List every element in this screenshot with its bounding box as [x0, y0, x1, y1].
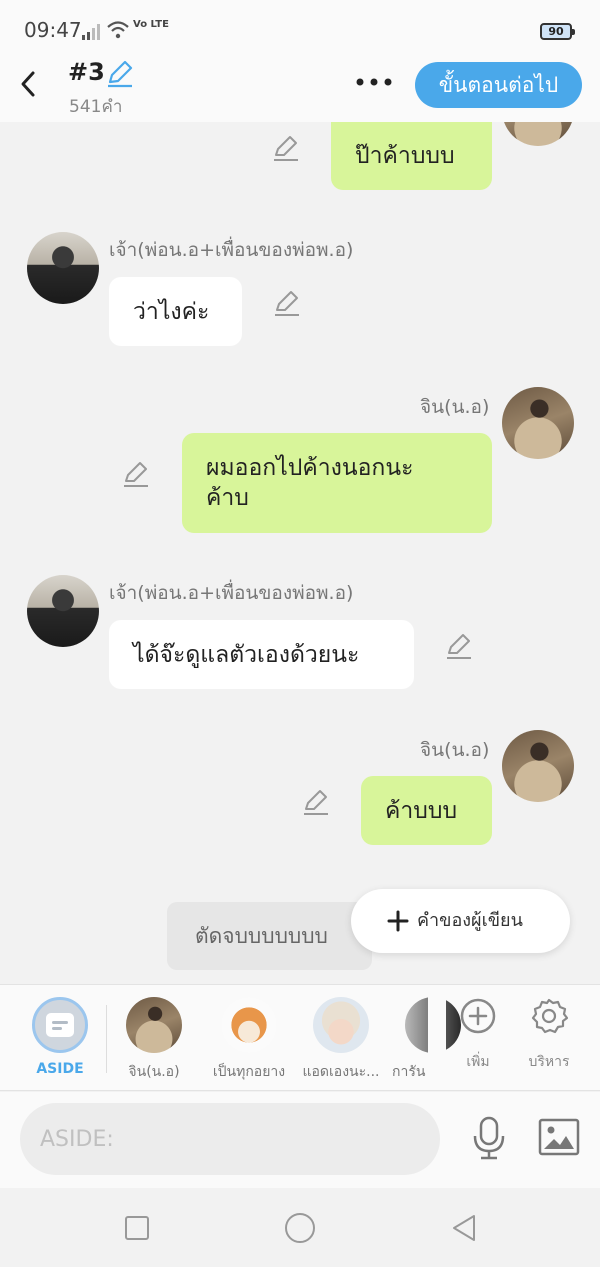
message-text: ค้าบ: [206, 485, 249, 511]
aside-input[interactable]: [20, 1103, 440, 1175]
character-bar: ASIDE จิน(น.อ) เป็นทุกอยาง แอดเองนะ... ก…: [0, 984, 600, 1091]
gear-icon[interactable]: [530, 997, 568, 1035]
avatar[interactable]: [502, 387, 574, 459]
writer-note-button[interactable]: คำของผู้เขียน: [351, 889, 570, 953]
avatar[interactable]: [27, 575, 99, 647]
character-label: การัน: [392, 1064, 426, 1080]
add-label: เพิ่ม: [466, 1054, 490, 1070]
word-count: 541คำ: [69, 97, 123, 117]
avatar[interactable]: [27, 232, 99, 304]
edit-pencil-icon[interactable]: [272, 134, 300, 162]
message-text: ว่าไงค่ะ: [133, 298, 210, 325]
editor-header: #3 541คำ ขั้นตอนต่อไป: [0, 58, 600, 122]
aside-icon: [46, 1013, 74, 1037]
edit-pencil-icon[interactable]: [105, 58, 135, 88]
wifi-icon: [107, 21, 129, 39]
chat-area[interactable]: ป๊าค้าบบบ เจ้า(พ่อน.อ+เพื่อนของพ่อพ.อ) ว…: [0, 122, 600, 984]
episode-title: #3: [68, 58, 105, 86]
message-text: ผมออกไปค้างนอกนะ: [206, 455, 414, 481]
add-circle-icon[interactable]: [459, 997, 497, 1035]
aside-selector[interactable]: [32, 997, 88, 1053]
end-chapter-chip[interactable]: ตัดจบบบบบบบ: [167, 902, 372, 970]
edit-pencil-icon[interactable]: [273, 289, 301, 317]
image-icon[interactable]: [538, 1118, 580, 1156]
character-avatar-admin[interactable]: [313, 997, 369, 1053]
character-name: จิน(น.อ): [420, 396, 490, 418]
message-bubble[interactable]: ป๊าค้าบบบ: [331, 122, 492, 190]
input-row: [0, 1092, 600, 1188]
avatar[interactable]: [502, 122, 574, 146]
message-bubble[interactable]: ค้าบบบ: [361, 776, 492, 845]
battery-level: 90: [548, 25, 564, 38]
avatar[interactable]: [502, 730, 574, 802]
signal-icon: [82, 24, 100, 40]
manage-label: บริหาร: [528, 1054, 570, 1070]
network-type: Vo LTE: [133, 19, 169, 30]
edit-pencil-icon[interactable]: [122, 460, 150, 488]
character-name: เจ้า(พ่อน.อ+เพื่อนของพ่อพ.อ): [109, 239, 354, 261]
aside-label: ASIDE: [36, 1061, 84, 1077]
character-name: จิน(น.อ): [420, 739, 490, 761]
character-avatar-shiba[interactable]: [221, 997, 277, 1053]
divider: [106, 1005, 107, 1073]
system-nav-bar: [0, 1188, 600, 1267]
character-avatar-jin[interactable]: [126, 997, 182, 1053]
scroll-edge: [428, 985, 446, 1090]
nav-back-icon[interactable]: [450, 1213, 478, 1243]
volte-label: Vo LTE: [133, 20, 169, 30]
edit-pencil-icon[interactable]: [302, 788, 330, 816]
writer-note-label: คำของผู้เขียน: [417, 910, 523, 931]
status-bar: 09:47 Vo LTE 90: [0, 0, 600, 58]
nav-recents-icon[interactable]: [124, 1215, 150, 1241]
message-text: ป๊าค้าบบบ: [355, 143, 455, 169]
message-bubble[interactable]: ว่าไงค่ะ: [109, 277, 242, 346]
character-label: แอดเองนะ...: [302, 1064, 380, 1080]
microphone-icon[interactable]: [470, 1116, 508, 1160]
message-bubble[interactable]: ผมออกไปค้างนอกนะ ค้าบ: [182, 433, 492, 533]
message-text: ได้จ๊ะดูแลตัวเองด้วยนะ: [133, 641, 360, 668]
back-arrow-icon[interactable]: [14, 66, 44, 102]
edit-pencil-icon[interactable]: [445, 632, 473, 660]
character-name: เจ้า(พ่อน.อ+เพื่อนของพ่อพ.อ): [109, 582, 354, 604]
plus-icon: [387, 910, 409, 932]
status-time: 09:47: [24, 18, 82, 42]
character-label: เป็นทุกอยาง: [212, 1064, 286, 1080]
message-bubble[interactable]: ได้จ๊ะดูแลตัวเองด้วยนะ: [109, 620, 414, 689]
character-label: จิน(น.อ): [128, 1064, 180, 1080]
nav-home-icon[interactable]: [284, 1212, 316, 1244]
message-text: ค้าบบบ: [385, 797, 458, 824]
next-step-button[interactable]: ขั้นตอนต่อไป: [415, 62, 582, 108]
more-icon[interactable]: [352, 68, 396, 96]
battery-indicator: 90: [540, 23, 575, 40]
